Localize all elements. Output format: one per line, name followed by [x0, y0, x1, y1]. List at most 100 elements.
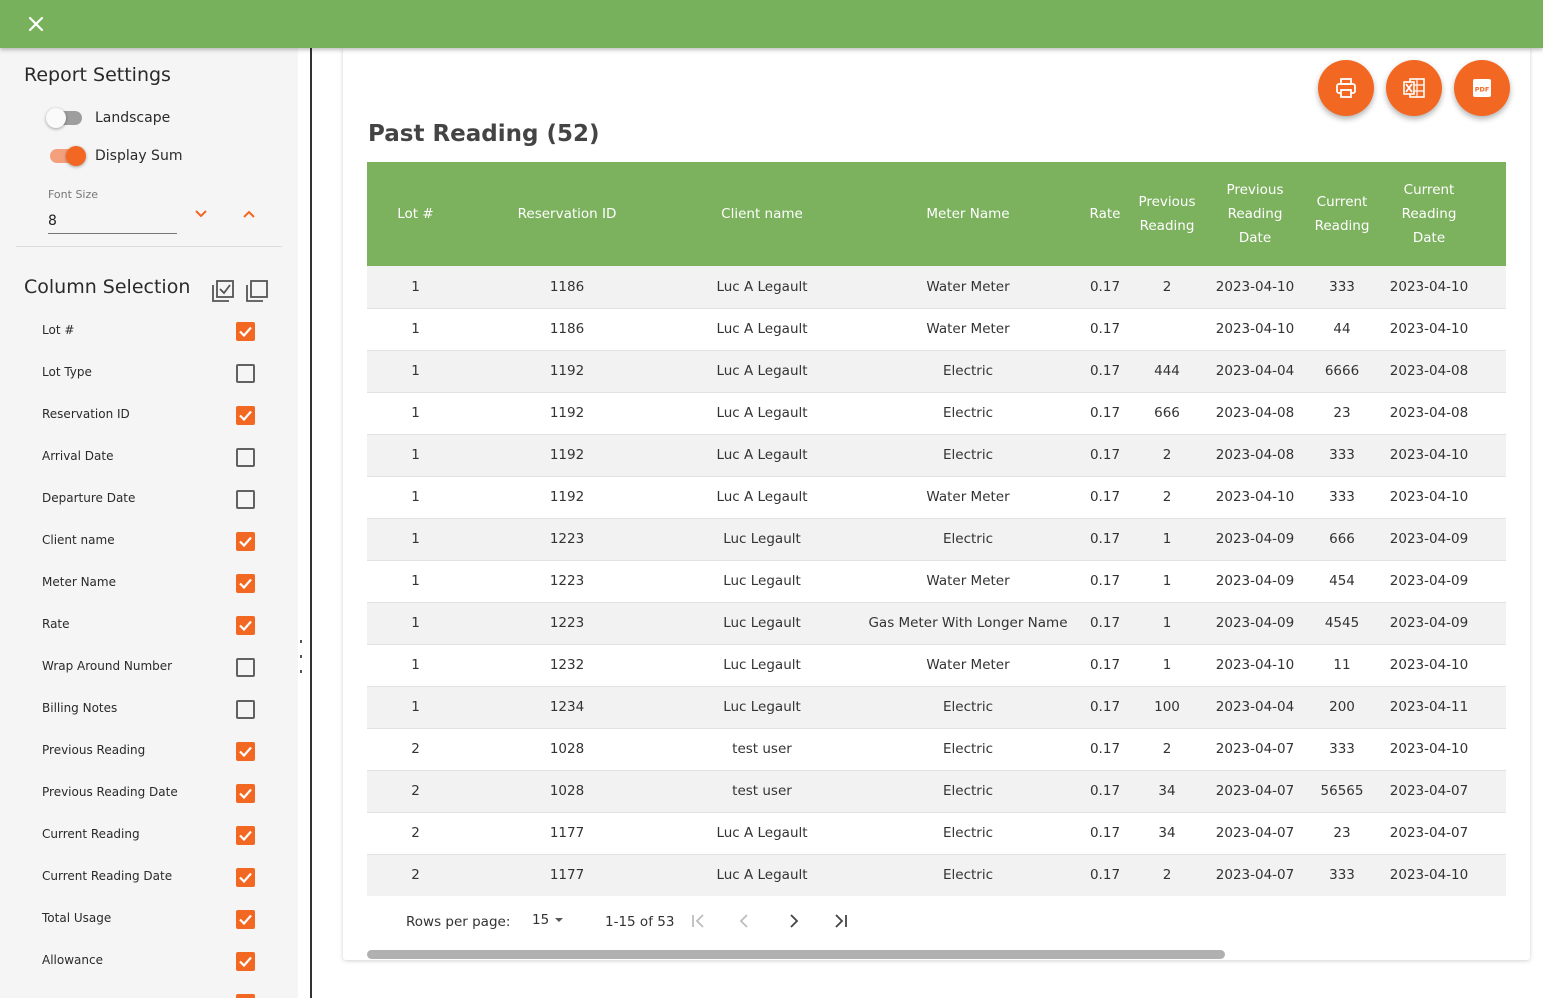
- column-option[interactable]: Current Reading Date: [0, 856, 298, 898]
- font-size-decrease-button[interactable]: [187, 200, 215, 228]
- column-header[interactable]: Reservation ID: [464, 162, 670, 266]
- font-size-increase-button[interactable]: [235, 200, 263, 228]
- column-checkbox[interactable]: [236, 742, 255, 761]
- column-checkbox[interactable]: [236, 700, 255, 719]
- table-cell: Water Meter: [926, 489, 1010, 505]
- checkmark-icon: [239, 914, 252, 926]
- column-checkbox[interactable]: [236, 406, 255, 425]
- column-option[interactable]: Arrival Date: [0, 436, 298, 478]
- column-option[interactable]: Lot Type: [0, 352, 298, 394]
- display-sum-toggle-row[interactable]: Display Sum: [46, 143, 182, 169]
- table-cell: 444: [1154, 363, 1180, 379]
- column-option[interactable]: Meter Name: [0, 562, 298, 604]
- table-cell: 1177: [549, 825, 585, 841]
- table-cell: 2023-04-10: [1389, 321, 1469, 337]
- column-option[interactable]: Departure Date: [0, 478, 298, 520]
- column-header[interactable]: Lot #: [367, 162, 464, 266]
- column-header[interactable]: TotalUsage: [1478, 162, 1506, 266]
- last-page-button[interactable]: [828, 908, 854, 934]
- table-cell: 2023-04-09: [1389, 531, 1469, 547]
- column-checkbox[interactable]: [236, 322, 255, 341]
- table-cell: 56531: [1478, 770, 1506, 812]
- table-cell: 2023-04-07: [1389, 825, 1469, 841]
- column-option[interactable]: Total Usage: [0, 898, 298, 940]
- column-option[interactable]: Rate: [0, 604, 298, 646]
- column-option[interactable]: Current Reading: [0, 814, 298, 856]
- column-checkbox[interactable]: [236, 658, 255, 677]
- print-button[interactable]: [1318, 60, 1374, 116]
- table-cell: 0.17: [1089, 489, 1121, 505]
- table-cell: 2023-04-10: [1389, 657, 1469, 673]
- column-option[interactable]: Previous Reading: [0, 730, 298, 772]
- scrollbar-thumb[interactable]: [367, 950, 1225, 959]
- table-cell: 2023-04-07: [1215, 741, 1295, 757]
- column-header[interactable]: Current Reading Date: [1380, 162, 1478, 266]
- column-option[interactable]: Reservation ID: [0, 394, 298, 436]
- rows-per-page-select[interactable]: 15: [532, 912, 569, 928]
- column-header[interactable]: Current Reading: [1304, 162, 1380, 266]
- column-checkbox[interactable]: [236, 364, 255, 383]
- close-button[interactable]: [20, 8, 52, 40]
- previous-page-icon: [739, 914, 748, 928]
- column-checkbox[interactable]: [236, 952, 255, 971]
- table-cell: 2: [411, 867, 420, 883]
- column-selection-title: Column Selection: [24, 276, 191, 298]
- column-checkbox[interactable]: [236, 994, 255, 998]
- column-option[interactable]: Lot #: [0, 310, 298, 352]
- table-cell: Luc Legault: [723, 531, 801, 547]
- table-cell: Luc A Legault: [716, 405, 808, 421]
- font-size-input[interactable]: [48, 208, 177, 234]
- checkmark-icon: [239, 410, 252, 422]
- column-header[interactable]: Client name: [670, 162, 854, 266]
- column-header[interactable]: Meter Name: [854, 162, 1082, 266]
- chevron-down-icon: [195, 210, 207, 218]
- column-option[interactable]: Wrap Around Number: [0, 646, 298, 688]
- column-header[interactable]: Rate: [1082, 162, 1128, 266]
- next-page-button[interactable]: [780, 908, 806, 934]
- table-cell: 666: [1154, 405, 1180, 421]
- first-page-button[interactable]: [685, 908, 711, 934]
- deselect-all-columns-button[interactable]: [244, 278, 270, 304]
- landscape-toggle-row[interactable]: Landscape: [46, 105, 170, 131]
- table-cell: 0.17: [1089, 405, 1121, 421]
- column-option-label: Meter Name: [42, 575, 116, 589]
- panel-divider: [310, 48, 312, 998]
- table-cell: 2023-04-09: [1215, 573, 1295, 589]
- table-row: 2 1177 Luc A Legault Electric 0.17 2 2023-04-0…: [367, 854, 1506, 896]
- column-checkbox[interactable]: [236, 910, 255, 929]
- pdf-export-button[interactable]: PDF: [1454, 60, 1510, 116]
- column-checkbox[interactable]: [236, 532, 255, 551]
- excel-export-button[interactable]: [1386, 60, 1442, 116]
- table-cell: 2: [1162, 741, 1172, 757]
- column-header[interactable]: Previous Reading: [1128, 162, 1206, 266]
- table-cell: 1: [411, 699, 420, 715]
- table-cell: Electric: [942, 699, 994, 715]
- column-option[interactable]: Allowance: [0, 940, 298, 982]
- horizontal-scrollbar[interactable]: [367, 948, 1506, 960]
- table-row: 1 1192 Luc A Legault Water Meter 0.17 2 2023-0…: [367, 476, 1506, 518]
- column-checkbox[interactable]: [236, 784, 255, 803]
- column-option-label: Lot #: [42, 323, 75, 337]
- table-cell: 0.17: [1089, 615, 1121, 631]
- column-option[interactable]: Previous Reading Date: [0, 772, 298, 814]
- table-cell: Luc Legault: [723, 699, 801, 715]
- table-cell: 2023-04-09: [1389, 573, 1469, 589]
- panel-resize-handle[interactable]: [298, 640, 304, 676]
- column-checkbox[interactable]: [236, 868, 255, 887]
- column-checkbox[interactable]: [236, 448, 255, 467]
- column-checkbox[interactable]: [236, 574, 255, 593]
- previous-page-button[interactable]: [732, 908, 758, 934]
- column-option[interactable]: Billing Notes: [0, 688, 298, 730]
- select-all-columns-button[interactable]: [210, 278, 236, 304]
- table-cell: 331: [1478, 476, 1506, 518]
- display-sum-toggle[interactable]: [46, 146, 86, 166]
- landscape-toggle[interactable]: [46, 108, 86, 128]
- column-option[interactable]: [0, 982, 298, 998]
- table-cell: 331: [1478, 854, 1506, 896]
- column-checkbox[interactable]: [236, 490, 255, 509]
- table-cell: 2: [1162, 447, 1172, 463]
- column-option[interactable]: Client name: [0, 520, 298, 562]
- column-header[interactable]: Previous Reading Date: [1206, 162, 1304, 266]
- column-checkbox[interactable]: [236, 616, 255, 635]
- column-checkbox[interactable]: [236, 826, 255, 845]
